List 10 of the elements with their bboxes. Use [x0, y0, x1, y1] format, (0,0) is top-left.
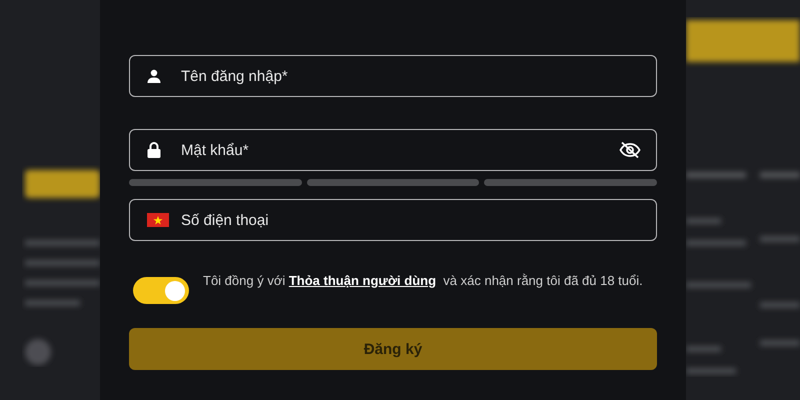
lock-icon [147, 142, 161, 158]
user-field[interactable]: Tên đăng nhập* [129, 55, 657, 97]
vietnam-flag-icon[interactable] [147, 213, 169, 227]
password-field[interactable]: Mật khẩu* [129, 129, 657, 171]
eye-slash-icon[interactable] [619, 141, 641, 159]
terms-text: Tôi đồng ý với Thỏa thuận người dùng và xác nhận rằng tôi đã đủ 18 tuổi. [203, 272, 643, 290]
user-icon [147, 69, 161, 83]
agree-toggle[interactable] [133, 277, 189, 304]
user-agreement-link[interactable]: Thỏa thuận người dùng [288, 273, 436, 288]
phone-field[interactable]: Số điện thoại [129, 199, 657, 241]
